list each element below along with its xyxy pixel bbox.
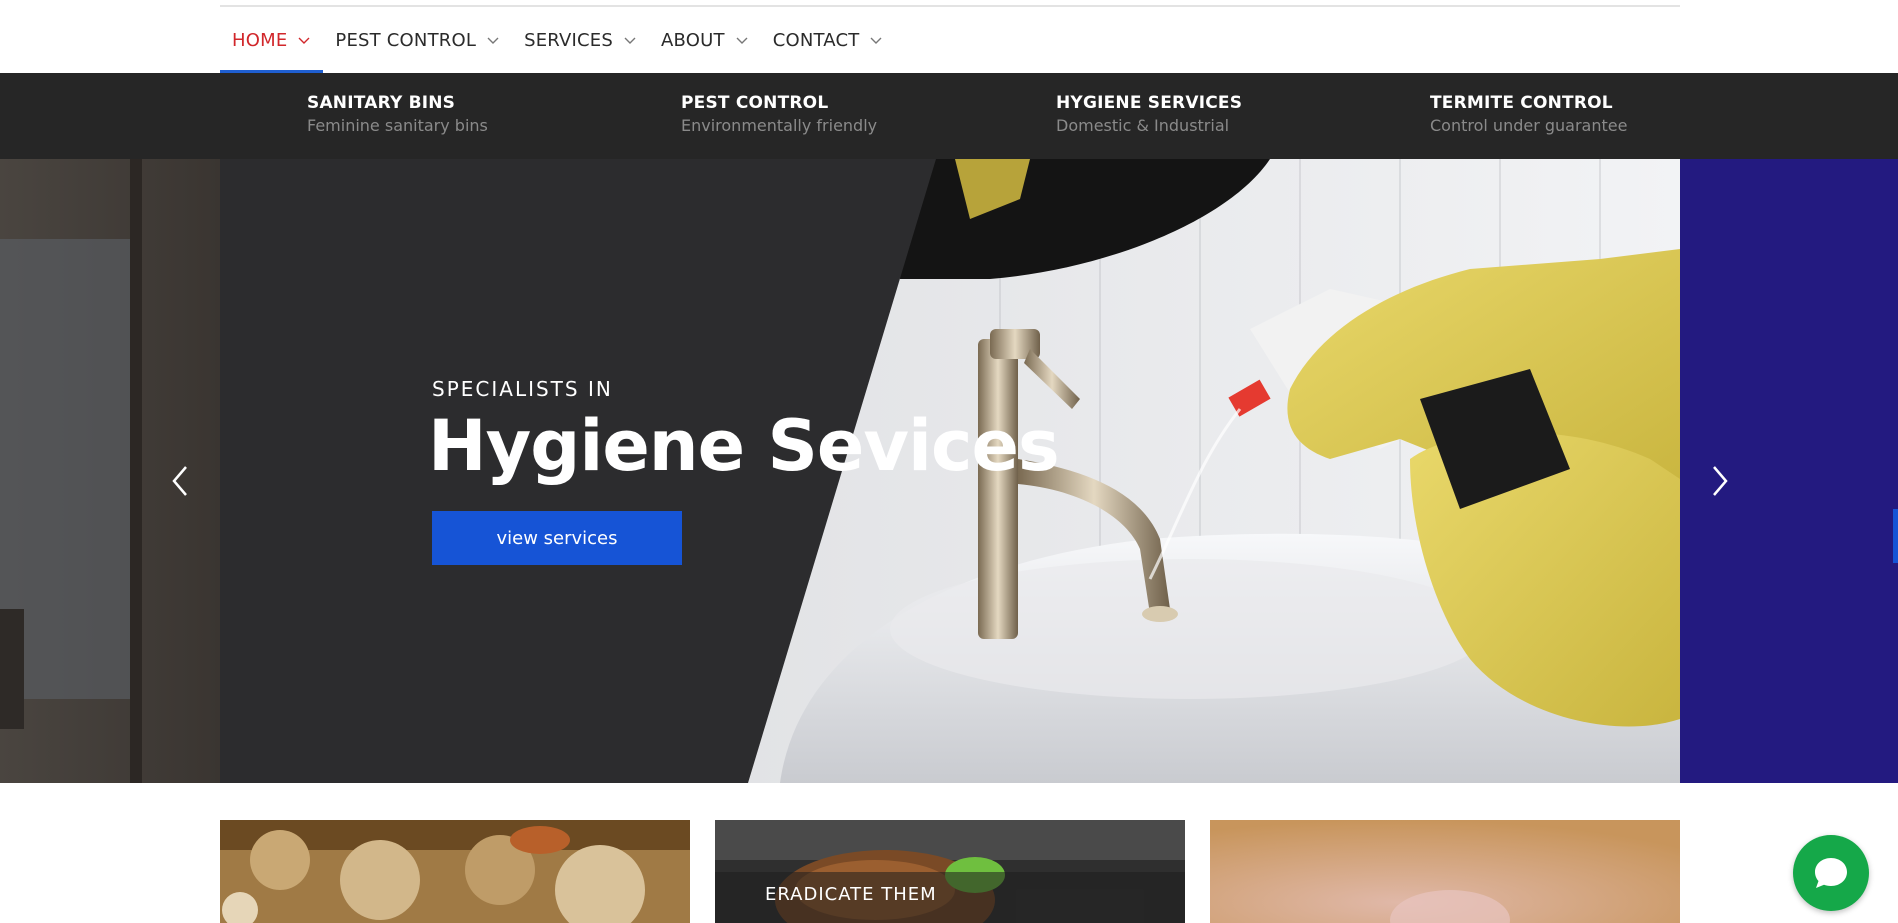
feature-title: SANITARY BINS: [307, 93, 456, 113]
nav-item-label: CONTACT: [772, 29, 860, 51]
feature-subtitle: Feminine sanitary bins: [307, 116, 488, 135]
blurred-pest-image: [1210, 820, 1680, 923]
hero-title: Hygiene Sevices: [428, 405, 1060, 487]
feature-sanitary-bins[interactable]: SANITARY BINS Feminine sanitary bins: [307, 93, 488, 135]
chevron-down-icon: [870, 37, 882, 44]
feature-bar: SANITARY BINS Feminine sanitary bins PES…: [0, 73, 1898, 159]
nav-item-label: SERVICES: [524, 29, 614, 51]
termite-nest-image: [220, 820, 690, 923]
service-card[interactable]: ERADICATE THEM: [715, 820, 1185, 923]
chevron-left-icon: [172, 466, 187, 496]
feature-title: HYGIENE SERVICES: [1056, 93, 1243, 113]
slider-next-button[interactable]: [1704, 461, 1734, 501]
hero-eyebrow: SPECIALISTS IN: [432, 377, 613, 401]
service-cards: ERADICATE THEM: [0, 820, 1898, 923]
chevron-down-icon: [736, 37, 748, 44]
service-card[interactable]: [220, 820, 690, 923]
nav-menu: HOME PEST CONTROL SERVICES ABOUT CONTACT: [220, 7, 895, 73]
hero-slider: SPECIALISTS IN Hygiene Sevices view serv…: [0, 159, 1898, 783]
chevron-down-icon: [487, 37, 499, 44]
main-navigation: HOME PEST CONTROL SERVICES ABOUT CONTACT: [0, 0, 1898, 73]
feature-subtitle: Environmentally friendly: [681, 116, 878, 135]
nav-item-label: ABOUT: [661, 29, 725, 51]
feature-subtitle: Domestic & Industrial: [1056, 116, 1230, 135]
chat-button[interactable]: [1793, 835, 1869, 911]
nav-item-contact[interactable]: CONTACT: [761, 7, 896, 73]
slider-prev-button[interactable]: [166, 461, 196, 501]
chevron-down-icon: [624, 37, 636, 44]
nav-item-label: HOME: [232, 29, 288, 51]
view-services-button[interactable]: view services: [432, 511, 682, 565]
chevron-down-icon: [298, 37, 310, 44]
nav-item-services[interactable]: SERVICES: [512, 7, 649, 73]
feature-subtitle: Control under guarantee: [1430, 116, 1628, 135]
feature-title: TERMITE CONTROL: [1430, 93, 1613, 113]
nav-item-home[interactable]: HOME: [220, 7, 324, 73]
nav-item-label: PEST CONTROL: [335, 29, 477, 51]
feature-title: PEST CONTROL: [681, 93, 829, 113]
service-card[interactable]: [1210, 820, 1680, 923]
feature-termite-control[interactable]: TERMITE CONTROL Control under guarantee: [1430, 93, 1627, 135]
card-caption-text: ERADICATE THEM: [765, 884, 937, 905]
nav-item-about[interactable]: ABOUT: [649, 7, 761, 73]
feature-hygiene-services[interactable]: HYGIENE SERVICES Domestic & Industrial: [1056, 93, 1242, 135]
nav-item-pest-control[interactable]: PEST CONTROL: [323, 7, 512, 73]
chat-bubble-icon: [1815, 858, 1847, 888]
card-caption: ERADICATE THEM: [715, 872, 1185, 923]
feature-pest-control[interactable]: PEST CONTROL Environmentally friendly: [681, 93, 877, 135]
chevron-right-icon: [1713, 466, 1728, 496]
